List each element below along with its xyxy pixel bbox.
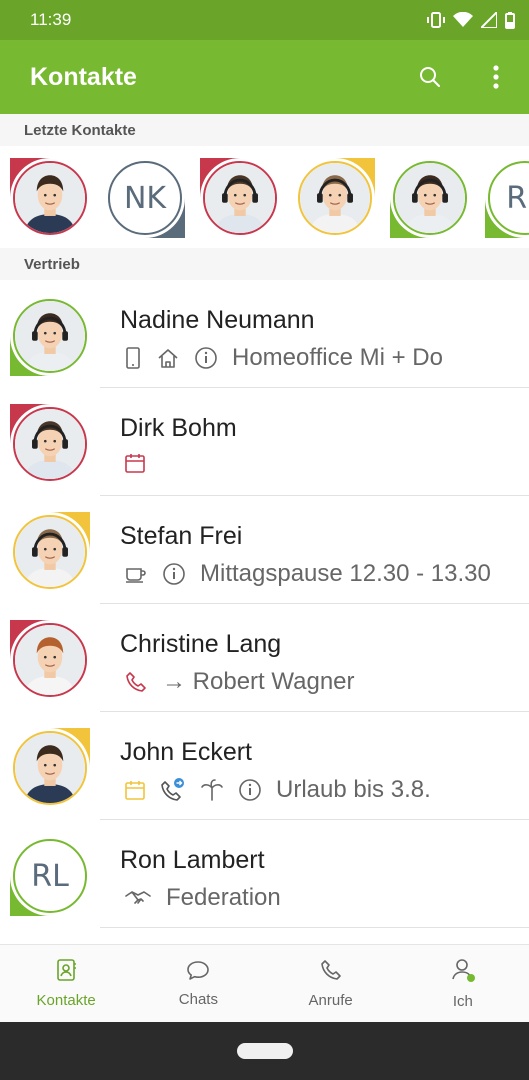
contact-row[interactable]: John Eckert Urlaub bis 3.8.	[0, 712, 529, 820]
recent-contact[interactable]: RL	[485, 158, 529, 238]
calendar-icon	[124, 452, 146, 474]
more-options-button[interactable]	[481, 62, 511, 92]
nav-tab-label: Chats	[178, 991, 218, 1008]
contact-status-text: Urlaub bis 3.8.	[276, 776, 431, 803]
contact-name: Christine Lang	[120, 630, 282, 658]
nav-tab-chats[interactable]: Chats	[132, 945, 264, 1022]
mobile-icon	[124, 346, 142, 370]
contact-status-text: Homeoffice Mi + Do	[232, 344, 443, 371]
avatar[interactable]	[10, 158, 90, 238]
avatar-photo	[300, 163, 370, 233]
wifi-icon	[453, 12, 473, 27]
contact-row[interactable]: Dirk Bohm	[0, 388, 529, 496]
vibrate-icon	[427, 12, 445, 28]
contact-status-line: Homeoffice Mi + Do	[124, 344, 443, 372]
contact-name: Dirk Bohm	[120, 414, 237, 442]
recent-contact[interactable]	[390, 158, 470, 238]
contact-name: John Eckert	[120, 738, 253, 766]
recent-contacts-header: Letzte Kontakte	[0, 114, 529, 146]
avatar[interactable]	[10, 512, 90, 592]
nav-tab-label: Anrufe	[308, 992, 353, 1009]
user-icon	[450, 957, 476, 987]
calendar-icon	[124, 779, 146, 801]
avatar-initials: RL	[506, 180, 529, 216]
status-bar: 11:39	[0, 0, 529, 40]
recent-contacts-strip[interactable]: NK RL	[0, 146, 529, 246]
avatar-photo	[15, 733, 85, 803]
avatar[interactable]	[390, 158, 470, 238]
contact-list[interactable]: Nadine Neumann Homeoffice Mi + Do Dirk Boh…	[0, 280, 529, 928]
avatar[interactable]	[200, 158, 280, 238]
phone-icon	[319, 958, 343, 986]
avatar-initials: RL	[31, 858, 69, 894]
contact-row[interactable]: Christine Lang → Robert Wagner	[0, 604, 529, 712]
page-title: Kontakte	[30, 62, 137, 91]
avatar-photo	[15, 163, 85, 233]
contacts-icon	[55, 958, 77, 986]
divider	[100, 927, 529, 928]
phone-icon	[124, 670, 148, 694]
status-icons	[427, 11, 515, 29]
avatar[interactable]	[10, 620, 90, 700]
nav-tab-label: Ich	[452, 993, 473, 1010]
avatar-photo	[15, 517, 85, 587]
nav-tab-kontakte[interactable]: Kontakte	[0, 945, 132, 1022]
contact-name: Nadine Neumann	[120, 306, 315, 334]
avatar-photo	[15, 625, 85, 695]
contact-status-text: → Robert Wagner	[162, 668, 355, 695]
contact-status-text: Mittagspause 12.30 - 13.30	[200, 560, 491, 587]
info-icon	[162, 562, 186, 586]
avatar[interactable]: RL	[10, 836, 90, 916]
chat-icon	[186, 959, 210, 985]
bottom-navigation: Kontakte Chats Anrufe Ich	[0, 944, 529, 1022]
app-bar: Kontakte	[0, 40, 529, 114]
nav-tab-label: Kontakte	[36, 992, 96, 1009]
avatar[interactable]	[10, 404, 90, 484]
avatar[interactable]	[295, 158, 375, 238]
contact-status-line: Mittagspause 12.30 - 13.30	[124, 560, 491, 588]
info-icon	[238, 778, 262, 802]
phone-forward-icon	[160, 777, 186, 803]
group-header: Vertrieb	[0, 248, 529, 280]
battery-icon	[505, 11, 515, 29]
search-button[interactable]	[415, 62, 445, 92]
contact-status-text: Federation	[166, 884, 281, 911]
nav-tab-ich[interactable]: Ich	[397, 945, 529, 1022]
contact-status-line: → Robert Wagner	[124, 668, 355, 696]
search-icon	[420, 67, 440, 87]
nav-tab-anrufe[interactable]: Anrufe	[265, 945, 397, 1022]
contact-name: Stefan Frei	[120, 522, 243, 550]
recent-contact[interactable]	[10, 158, 90, 238]
more-vert-icon	[493, 65, 499, 89]
contact-row[interactable]: Stefan Frei Mittagspause 12.30 - 13.30	[0, 496, 529, 604]
avatar-photo	[395, 163, 465, 233]
contact-status-line	[124, 452, 160, 474]
recent-contact[interactable]	[200, 158, 280, 238]
avatar-photo	[15, 301, 85, 371]
avatar[interactable]: NK	[105, 158, 185, 238]
avatar[interactable]: RL	[485, 158, 529, 238]
contact-row[interactable]: Nadine Neumann Homeoffice Mi + Do	[0, 280, 529, 388]
contact-status-line: Federation	[124, 884, 281, 912]
home-button[interactable]	[236, 1043, 293, 1059]
palm-icon	[200, 778, 224, 802]
info-icon	[194, 346, 218, 370]
signal-icon	[481, 12, 497, 28]
handshake-icon	[124, 888, 152, 908]
status-time: 11:39	[30, 10, 72, 29]
avatar-initials: NK	[123, 180, 167, 216]
recent-contact[interactable]: NK	[105, 158, 185, 238]
contact-name: Ron Lambert	[120, 846, 265, 874]
home-icon	[156, 347, 180, 369]
avatar[interactable]	[10, 728, 90, 808]
avatar-photo	[15, 409, 85, 479]
system-navigation-bar	[0, 1022, 529, 1080]
avatar-photo	[205, 163, 275, 233]
avatar[interactable]	[10, 296, 90, 376]
contact-row[interactable]: RL Ron Lambert Federation	[0, 820, 529, 928]
recent-contact[interactable]	[295, 158, 375, 238]
coffee-icon	[124, 564, 148, 584]
contact-status-line: Urlaub bis 3.8.	[124, 776, 431, 804]
